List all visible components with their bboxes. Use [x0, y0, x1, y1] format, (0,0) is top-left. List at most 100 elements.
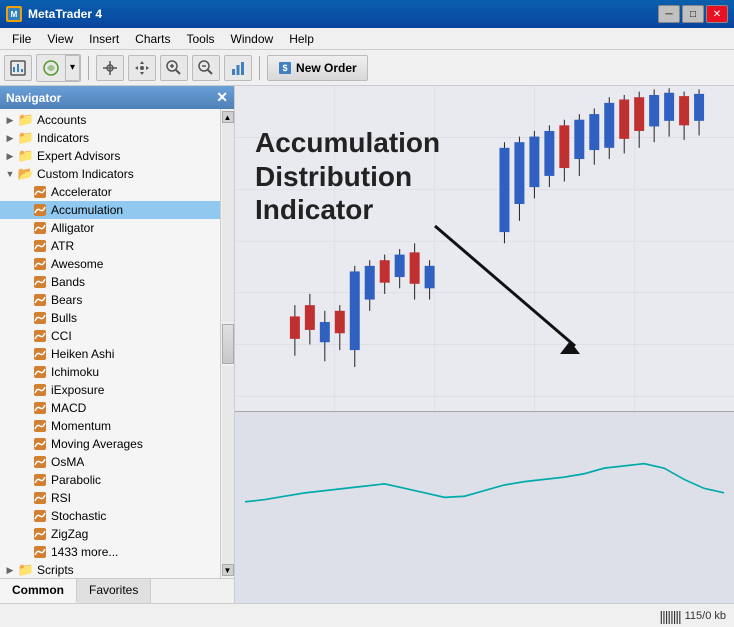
status-memory: |||||||| 115/0 kb: [660, 608, 726, 624]
indicator-icon-18: [32, 508, 48, 524]
navigator-header: Navigator ✕: [0, 86, 234, 109]
toolbar-zoom-out[interactable]: [192, 55, 220, 81]
chart-area[interactable]: Accumulation Distribution Indicator: [235, 86, 734, 603]
menu-file[interactable]: File: [4, 30, 39, 48]
tree-custom-indicators[interactable]: ▼ 📂 Custom Indicators: [0, 165, 220, 183]
toolbar-new-chart[interactable]: [4, 55, 32, 81]
toolbar-connect[interactable]: [37, 55, 65, 81]
tree-indicator-macd[interactable]: MACD: [0, 399, 220, 417]
tree-indicator-cci[interactable]: CCI: [0, 327, 220, 345]
indicator-label-8: CCI: [51, 329, 72, 343]
toolbar-crosshair[interactable]: [96, 55, 124, 81]
navigator-tree: ▶ 📁 Accounts ▶ 📁 Indicators ▶ 📁 Expert A…: [0, 109, 220, 578]
tree-indicator-osma[interactable]: OsMA: [0, 453, 220, 471]
indicators-folder-icon: 📁: [18, 130, 34, 146]
ea-expander: ▶: [2, 151, 18, 162]
ci-expander: ▼: [2, 169, 18, 179]
indicator-label-1: Accumulation: [51, 203, 123, 217]
navigator-close[interactable]: ✕: [216, 89, 228, 106]
indicator-icon-17: [32, 490, 48, 506]
scroll-up-button[interactable]: ▲: [222, 111, 234, 123]
menu-window[interactable]: Window: [223, 30, 282, 48]
tree-indicator-atr[interactable]: ATR: [0, 237, 220, 255]
navigator-tabs: Common Favorites: [0, 578, 234, 603]
indicator-icon-0: [32, 184, 48, 200]
tree-indicator-ichimoku[interactable]: Ichimoku: [0, 363, 220, 381]
tab-favorites[interactable]: Favorites: [77, 579, 151, 603]
title-bar-left: M MetaTrader 4: [6, 6, 102, 22]
indicator-icon-8: [32, 328, 48, 344]
indicator-icon-9: [32, 346, 48, 362]
indicator-icon-5: [32, 274, 48, 290]
tree-indicator-iexposure[interactable]: iExposure: [0, 381, 220, 399]
tree-indicator-bears[interactable]: Bears: [0, 291, 220, 309]
maximize-button[interactable]: □: [682, 5, 704, 23]
indicator-icon-10: [32, 364, 48, 380]
indicator-icon-20: [32, 544, 48, 560]
indicator-icon-15: [32, 454, 48, 470]
accounts-expander: ▶: [2, 115, 18, 126]
tree-accounts[interactable]: ▶ 📁 Accounts: [0, 111, 220, 129]
indicator-label-12: MACD: [51, 401, 86, 415]
menu-insert[interactable]: Insert: [81, 30, 127, 48]
tree-indicator-momentum[interactable]: Momentum: [0, 417, 220, 435]
ci-label: Custom Indicators: [37, 167, 134, 181]
indicator-list: Accelerator Accumulation AlligatorATRAweso…: [0, 183, 220, 561]
indicator-icon-13: [32, 418, 48, 434]
close-button[interactable]: ✕: [706, 5, 728, 23]
tree-indicator-rsi[interactable]: RSI: [0, 489, 220, 507]
tree-indicator-bulls[interactable]: Bulls: [0, 309, 220, 327]
tree-indicator-alligator[interactable]: Alligator: [0, 219, 220, 237]
tree-indicator-heiken-ashi[interactable]: Heiken Ashi: [0, 345, 220, 363]
tree-indicator-zigzag[interactable]: ZigZag: [0, 525, 220, 543]
indicator-label-17: RSI: [51, 491, 71, 505]
toolbar-sep-2: [259, 56, 260, 80]
tree-indicator-stochastic[interactable]: Stochastic: [0, 507, 220, 525]
tab-common[interactable]: Common: [0, 579, 77, 603]
tree-indicator-awesome[interactable]: Awesome: [0, 255, 220, 273]
scripts-expander: ▶: [2, 565, 18, 576]
tree-indicator-accumulation[interactable]: Accumulation: [0, 201, 220, 219]
indicator-label-14: Moving Averages: [51, 437, 143, 451]
indicator-label-6: Bears: [51, 293, 82, 307]
window-controls[interactable]: ─ □ ✕: [658, 5, 728, 23]
tree-indicators[interactable]: ▶ 📁 Indicators: [0, 129, 220, 147]
menu-help[interactable]: Help: [281, 30, 322, 48]
accounts-label: Accounts: [37, 113, 86, 127]
indicator-label-19: ZigZag: [51, 527, 88, 541]
navigator-scrollbar[interactable]: ▲ ▼: [220, 109, 234, 578]
accounts-folder-icon: 📁: [18, 112, 34, 128]
new-order-button[interactable]: $ New Order: [267, 55, 368, 81]
tree-indicator-parabolic[interactable]: Parabolic: [0, 471, 220, 489]
indicator-label-10: Ichimoku: [51, 365, 99, 379]
toolbar-zoom-in[interactable]: [160, 55, 188, 81]
toolbar-sep-1: [88, 56, 89, 80]
indicator-icon-3: [32, 238, 48, 254]
toolbar-chart-type[interactable]: [224, 55, 252, 81]
ea-folder-icon: 📁: [18, 148, 34, 164]
scroll-down-button[interactable]: ▼: [222, 564, 234, 576]
indicator-label-13: Momentum: [51, 419, 111, 433]
indicator-label-7: Bulls: [51, 311, 77, 325]
tree-indicator-moving-averages[interactable]: Moving Averages: [0, 435, 220, 453]
toolbar-move[interactable]: [128, 55, 156, 81]
toolbar-connect-dropdown[interactable]: ▾: [65, 55, 80, 81]
tree-expert-advisors[interactable]: ▶ 📁 Expert Advisors: [0, 147, 220, 165]
indicator-icon-1: [32, 202, 48, 218]
indicator-icon-16: [32, 472, 48, 488]
scroll-thumb[interactable]: [222, 324, 234, 364]
tree-scripts[interactable]: ▶ 📁 Scripts: [0, 561, 220, 578]
indicator-label-15: OsMA: [51, 455, 84, 469]
tree-indicator-bands[interactable]: Bands: [0, 273, 220, 291]
menu-charts[interactable]: Charts: [127, 30, 178, 48]
indicator-icon-7: [32, 310, 48, 326]
menu-view[interactable]: View: [39, 30, 81, 48]
minimize-button[interactable]: ─: [658, 5, 680, 23]
indicator-icon-6: [32, 292, 48, 308]
navigator-title: Navigator: [6, 91, 61, 105]
indicators-expander: ▶: [2, 133, 18, 144]
tree-indicator-1433-more...[interactable]: 1433 more...: [0, 543, 220, 561]
menu-tools[interactable]: Tools: [179, 30, 223, 48]
tree-indicator-accelerator[interactable]: Accelerator: [0, 183, 220, 201]
indicators-label: Indicators: [37, 131, 89, 145]
